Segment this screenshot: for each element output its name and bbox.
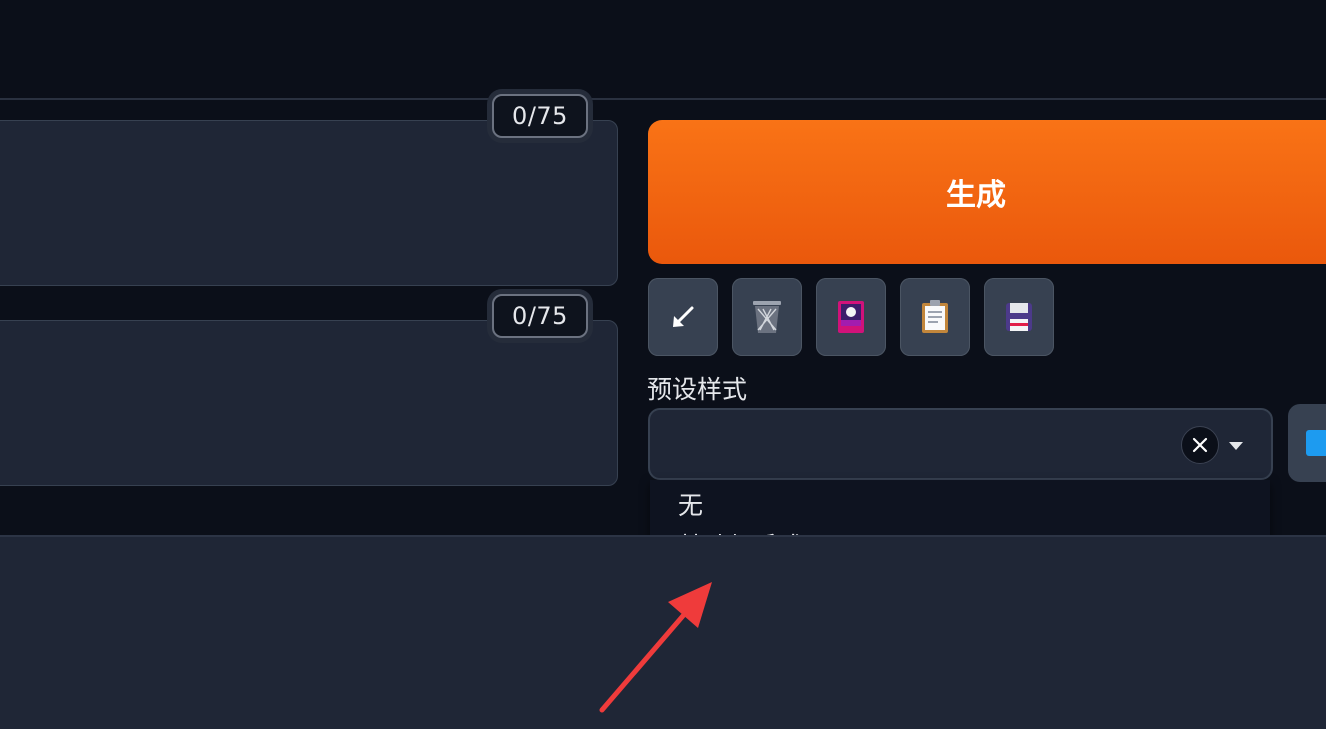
styles-dropdown[interactable] <box>648 408 1273 480</box>
negative-token-counter: 0/75 <box>492 294 588 338</box>
apply-style-button[interactable] <box>900 278 970 356</box>
positive-token-counter: 0/75 <box>492 94 588 138</box>
clipboard-icon <box>922 300 948 333</box>
webui-stage: 0/75 0/75 生成 预设样式 无 <box>0 0 1326 729</box>
close-icon <box>1192 437 1208 453</box>
styles-label: 预设样式 <box>647 375 748 404</box>
trash-icon <box>753 301 781 333</box>
arrow-paste-icon <box>673 306 694 327</box>
show-extra-networks-button[interactable] <box>816 278 886 356</box>
style-option-none[interactable]: 无 <box>678 486 703 522</box>
clear-selection-button[interactable] <box>1181 426 1219 464</box>
image-card-icon <box>838 301 864 333</box>
refresh-icon <box>1306 430 1326 456</box>
positive-prompt-input[interactable] <box>0 120 618 286</box>
floppy-disk-icon <box>1006 303 1032 331</box>
annotation-arrow-icon <box>599 582 712 713</box>
generate-button[interactable]: 生成 <box>648 120 1326 264</box>
refresh-styles-button[interactable] <box>1288 404 1326 482</box>
negative-prompt-input[interactable] <box>0 320 618 486</box>
chevron-down-icon[interactable] <box>1229 442 1243 450</box>
top-divider <box>0 98 1326 100</box>
clear-prompt-button[interactable] <box>732 278 802 356</box>
save-style-button[interactable] <box>984 278 1054 356</box>
read-params-button[interactable] <box>648 278 718 356</box>
